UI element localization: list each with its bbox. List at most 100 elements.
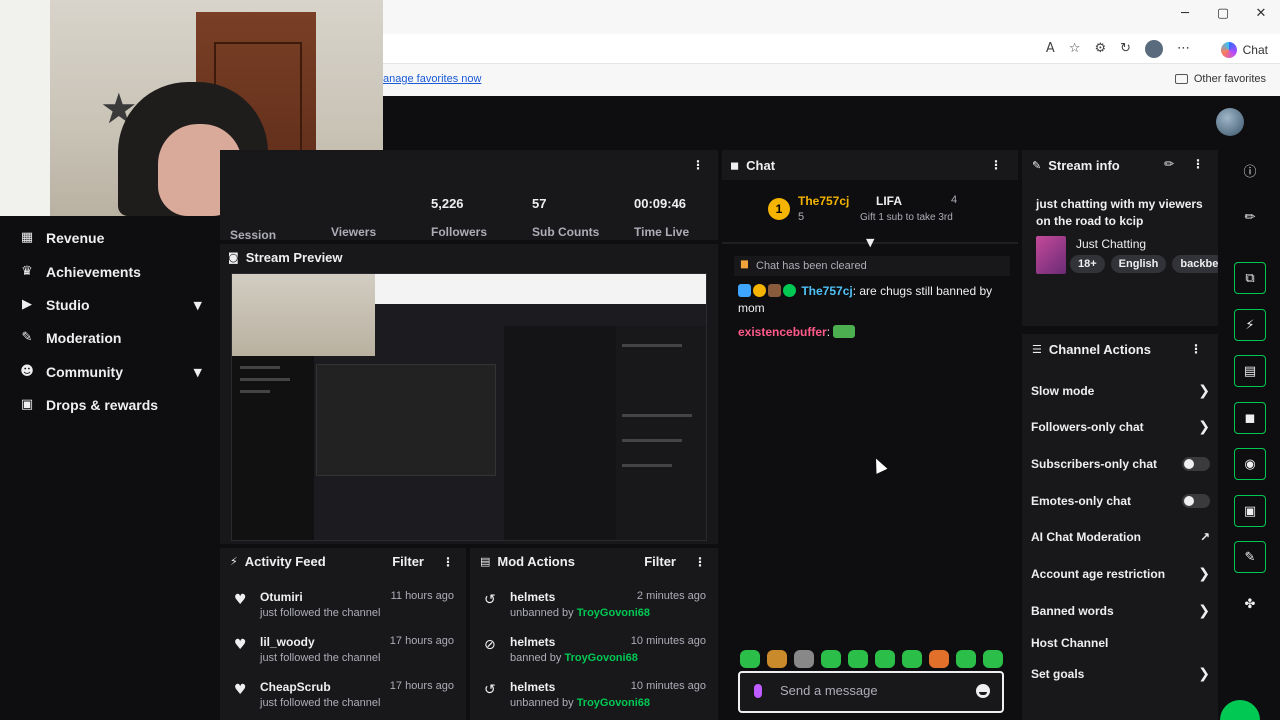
collapse-icon[interactable]: ▼: [866, 236, 874, 249]
emote-icon[interactable]: [902, 650, 922, 668]
channel-actions-menu-icon[interactable]: ⋮: [1190, 342, 1202, 356]
more-icon[interactable]: ⋯: [1177, 41, 1190, 58]
chevron-down-icon: ▼: [193, 298, 202, 312]
action-set-goals[interactable]: Set goals ❯: [1031, 664, 1210, 684]
list-item[interactable]: ♥ CheapScrub just followed the channel 1…: [232, 680, 454, 720]
edit-pencil-icon[interactable]: ✏: [1234, 201, 1266, 233]
tag[interactable]: English: [1110, 255, 1167, 273]
edit-pencil-icon[interactable]: ✏: [1164, 157, 1174, 171]
action-ai-moderation[interactable]: AI Chat Moderation ↗: [1031, 527, 1210, 547]
category-thumbnail[interactable]: [1036, 236, 1066, 274]
emote-icon[interactable]: [956, 650, 976, 668]
other-favorites[interactable]: Other favorites: [1174, 73, 1266, 85]
read-aloud-icon[interactable]: A: [1046, 41, 1055, 58]
chevron-right-icon: ❯: [1198, 603, 1210, 619]
stat-viewers: Viewers: [331, 225, 377, 239]
copilot-icon: [1220, 42, 1237, 58]
chat-input-box[interactable]: [738, 671, 1004, 713]
address-bar[interactable]: A ☆ ⚙ ↻ ⋯: [383, 34, 1280, 64]
action-slow-mode[interactable]: Slow mode ❯: [1031, 381, 1210, 401]
external-link-icon: ↗: [1199, 530, 1210, 544]
subscribers-only-toggle[interactable]: [1182, 457, 1210, 471]
activity-menu-icon[interactable]: ⋮: [442, 555, 454, 569]
video-icon: ▶: [22, 297, 32, 312]
stats-menu-icon[interactable]: ⋮: [692, 158, 704, 172]
action-host-channel[interactable]: Host Channel: [1031, 633, 1210, 653]
sidebar-item-moderation[interactable]: ✎ Moderation: [20, 330, 202, 346]
emote-icon[interactable]: [740, 650, 760, 668]
list-item[interactable]: ♥ lil_woody just followed the channel 17…: [232, 635, 454, 675]
emote-icon[interactable]: [821, 650, 841, 668]
chat-bubble-icon: ◼: [730, 159, 740, 172]
filter-button[interactable]: Filter: [644, 554, 676, 569]
chevron-right-icon: ❯: [1198, 566, 1210, 582]
clip-icon[interactable]: ⧉: [1234, 262, 1266, 294]
ad-icon[interactable]: ▣: [1234, 495, 1266, 527]
action-subscribers-only: Subscribers-only chat: [1031, 454, 1210, 474]
broadcast-icon[interactable]: ◉: [1234, 448, 1266, 480]
info-icon[interactable]: ⓘ: [1234, 154, 1266, 186]
tag[interactable]: backbe: [1172, 255, 1218, 273]
wrench-icon[interactable]: ✎: [1234, 541, 1266, 573]
favorite-star-icon[interactable]: ☆: [1069, 41, 1081, 58]
list-item[interactable]: ⊘ helmets banned by TroyGovoni68 10 minu…: [482, 635, 706, 675]
ban-icon: ⊘: [484, 637, 496, 653]
browser-chrome: ─ ▢ ✕ A ☆ ⚙ ↻ ⋯ Chat anage favorites now…: [383, 0, 1280, 96]
emote-icon[interactable]: [767, 650, 787, 668]
close-icon[interactable]: ✕: [1242, 6, 1280, 21]
undo-icon: ↺: [484, 592, 496, 608]
sidebar-item-studio[interactable]: ▶ Studio ▼: [20, 297, 202, 313]
manage-favorites-link[interactable]: anage favorites now: [383, 73, 481, 85]
panel-title: Stream Preview: [245, 250, 343, 265]
action-account-age[interactable]: Account age restriction ❯: [1031, 564, 1210, 584]
list-item[interactable]: ↺ helmets unbanned by TroyGovoni68 10 mi…: [482, 680, 706, 720]
tag-list: 18+ English backbe: [1070, 255, 1218, 273]
emote-icon[interactable]: [875, 650, 895, 668]
chevron-right-icon: ❯: [1198, 383, 1210, 399]
emoji-icon[interactable]: [976, 684, 990, 698]
copilot-button[interactable]: Chat: [1220, 42, 1268, 58]
category-name[interactable]: Just Chatting: [1076, 237, 1146, 251]
emote-icon[interactable]: [983, 650, 1003, 668]
stream-info-menu-icon[interactable]: ⋮: [1192, 157, 1204, 171]
history-icon[interactable]: ↻: [1120, 41, 1131, 58]
heart-icon: ♥: [234, 637, 247, 653]
action-followers-only[interactable]: Followers-only chat ❯: [1031, 417, 1210, 437]
list-item[interactable]: ♥ Otumiri just followed the channel 11 h…: [232, 590, 454, 630]
emotes-only-toggle[interactable]: [1182, 494, 1210, 508]
maximize-icon[interactable]: ▢: [1204, 6, 1242, 21]
emote-icon[interactable]: [794, 650, 814, 668]
badge-icon: [738, 284, 751, 297]
chat-bubble-icon[interactable]: ◼: [1234, 402, 1266, 434]
action-banned-words[interactable]: Banned words ❯: [1031, 601, 1210, 621]
user-avatar[interactable]: [1216, 108, 1244, 136]
minimize-icon[interactable]: ─: [1166, 6, 1204, 21]
tag[interactable]: 18+: [1070, 255, 1105, 273]
chat-message: existencebuffer:: [738, 324, 1006, 341]
extensions-icon[interactable]: ⚙: [1094, 41, 1106, 58]
send-message-input[interactable]: [780, 683, 970, 698]
list-item[interactable]: ↺ helmets unbanned by TroyGovoni68 2 min…: [482, 590, 706, 630]
document-icon[interactable]: ▤: [1234, 355, 1266, 387]
chat-menu-icon[interactable]: ⋮: [990, 158, 1002, 172]
stat-subs: 57 Sub Counts: [532, 196, 600, 239]
heart-icon: ♥: [234, 592, 247, 608]
sidebar-item-community[interactable]: ☻ Community ▼: [20, 364, 202, 380]
sidebar-item-achievements[interactable]: ♛ Achievements: [20, 264, 202, 280]
lightning-icon[interactable]: ⚡: [1234, 309, 1266, 341]
sidebar-item-drops[interactable]: ▣ Drops & rewards: [20, 397, 202, 413]
verified-icon: [783, 284, 796, 297]
mod-menu-icon[interactable]: ⋮: [694, 555, 706, 569]
emote-icon: [833, 325, 856, 338]
emote-bar: [740, 650, 1003, 668]
emote-icon[interactable]: [929, 650, 949, 668]
emote-icon[interactable]: [848, 650, 868, 668]
panel-title: Activity Feed: [244, 554, 326, 569]
add-action-icon[interactable]: ✤: [1234, 588, 1266, 620]
filter-button[interactable]: Filter: [392, 554, 424, 569]
stream-preview-video[interactable]: [231, 273, 707, 541]
microphone-icon[interactable]: [754, 684, 762, 698]
profile-avatar[interactable]: [1145, 40, 1163, 58]
sidebar-item-revenue[interactable]: ▦ Revenue: [20, 230, 202, 246]
chat-panel: ◼ Chat ⋮ 1 The757cj 5 LIFA Gift 1 sub to…: [722, 150, 1018, 720]
